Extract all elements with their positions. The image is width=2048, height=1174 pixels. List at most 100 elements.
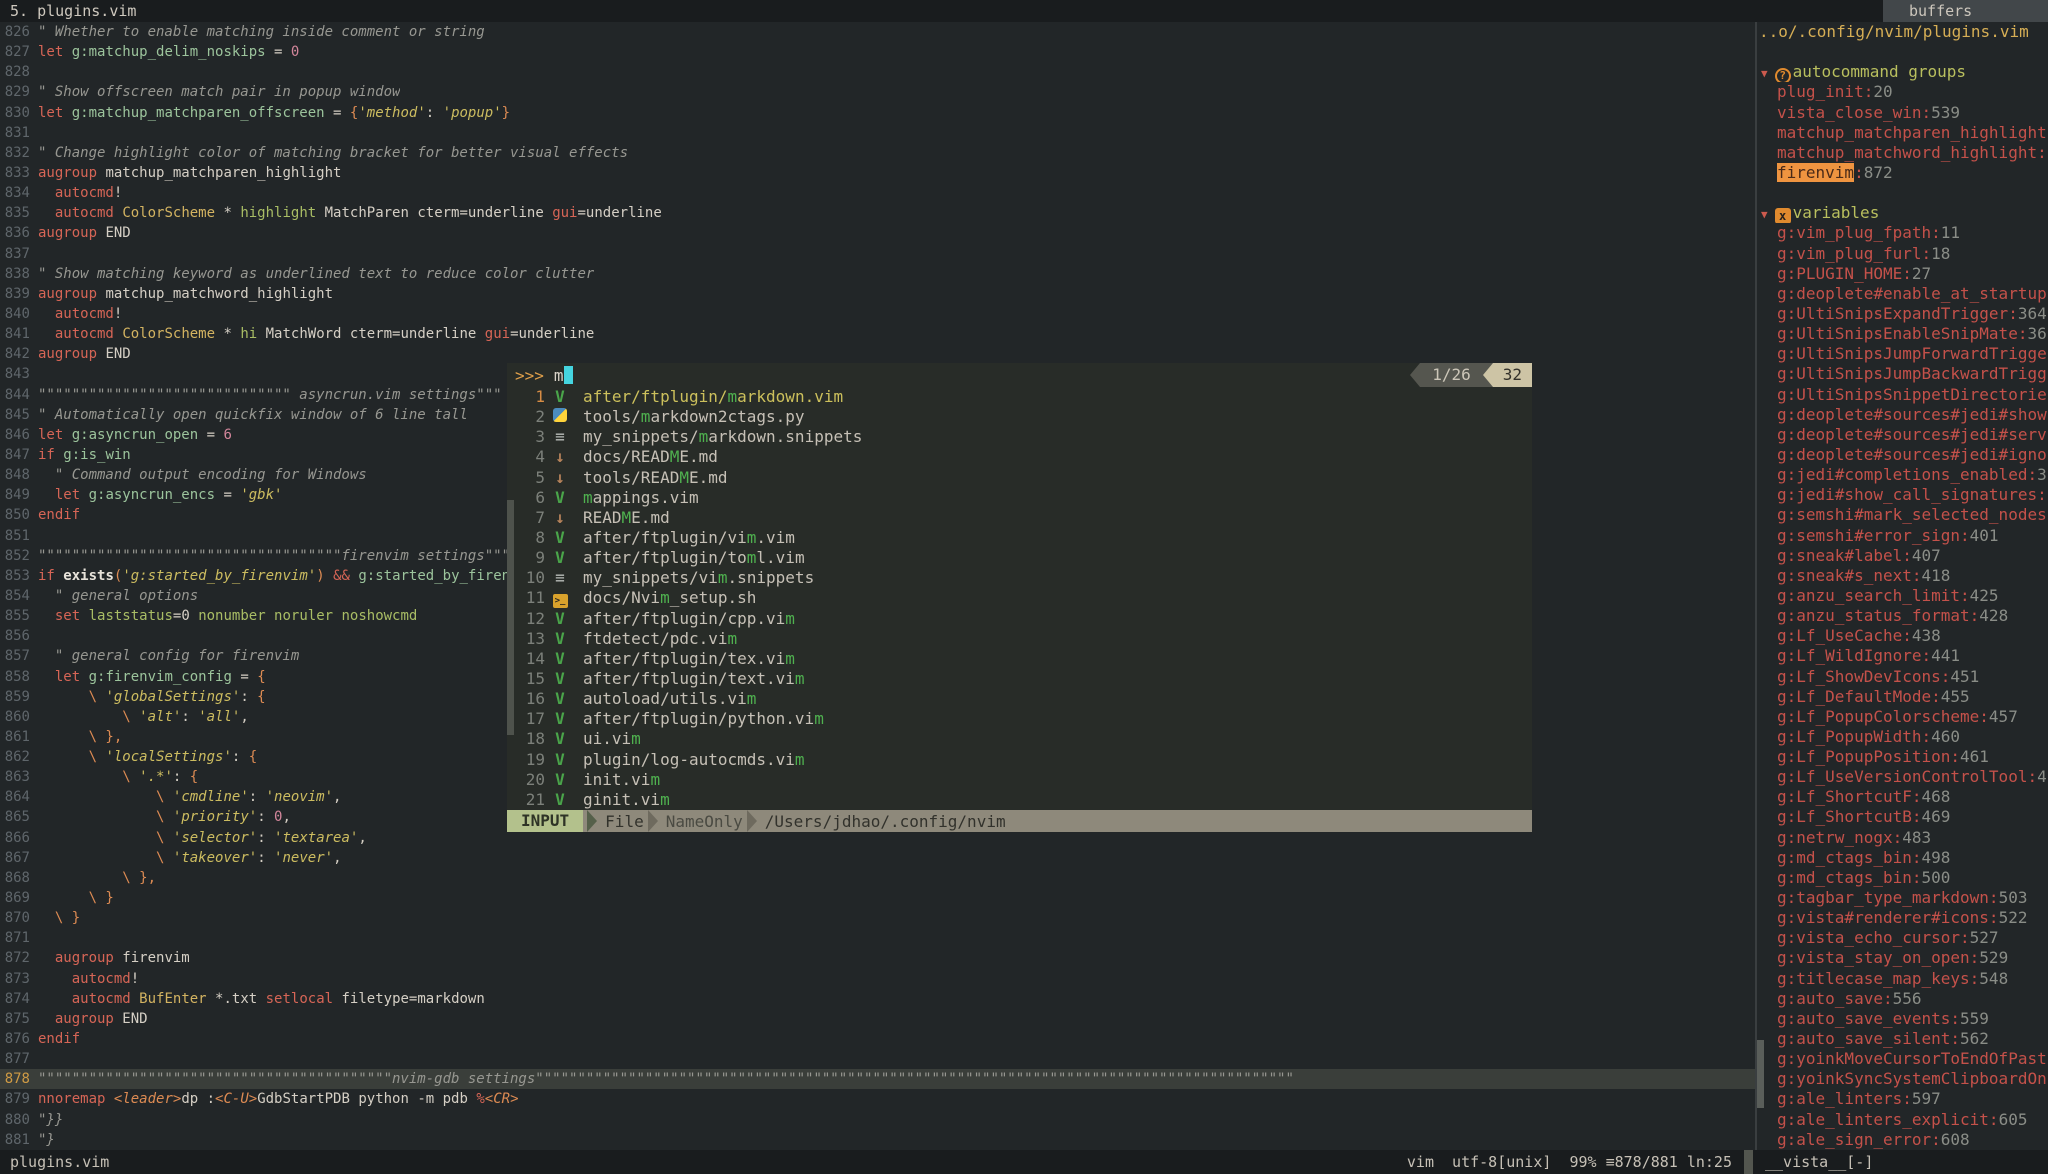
- file-list-item[interactable]: 1Vafter/ftplugin/markdown.vim: [507, 387, 1532, 407]
- sidebar-item[interactable]: g:deoplete#sources#jedi#serv: [1757, 425, 2048, 445]
- file-list-item[interactable]: 21Vginit.vim: [507, 790, 1532, 810]
- sidebar-item[interactable]: g:vim_plug_furl:18: [1757, 244, 2048, 264]
- tab-buffers-label[interactable]: buffers: [1883, 0, 2048, 22]
- sidebar-item[interactable]: g:semshi#mark_selected_nodes: [1757, 505, 2048, 525]
- tab-current-buffer[interactable]: 5. plugins.vim: [0, 2, 136, 20]
- file-list-item[interactable]: 9Vafter/ftplugin/toml.vim: [507, 548, 1532, 568]
- sidebar-item[interactable]: g:Lf_PopupPosition:461: [1757, 747, 2048, 767]
- chevron-down-icon[interactable]: ▼: [1761, 208, 1768, 221]
- code-text: autocmd ColorScheme * hi MatchWord cterm…: [30, 324, 594, 344]
- chevron-down-icon[interactable]: ▼: [1761, 67, 1768, 80]
- sidebar-item[interactable]: g:Lf_PopupWidth:460: [1757, 727, 2048, 747]
- file-list-item[interactable]: 17Vafter/ftplugin/python.vim: [507, 709, 1532, 729]
- file-list-item[interactable]: 10≡my_snippets/vim.snippets: [507, 568, 1532, 588]
- sidebar-item[interactable]: g:vista_stay_on_open:529: [1757, 948, 2048, 968]
- sidebar-item[interactable]: g:UltiSnipsExpandTrigger:364: [1757, 304, 2048, 324]
- sidebar-item[interactable]: firenvim:872: [1757, 163, 2048, 183]
- sidebar-item[interactable]: g:Lf_ShortcutF:468: [1757, 787, 2048, 807]
- sidebar-item[interactable]: g:md_ctags_bin:498: [1757, 848, 2048, 868]
- vista-sidebar[interactable]: ..o/.config/nvim/plugins.vim ▼?autocomma…: [1757, 22, 2048, 1150]
- code-text: [30, 1049, 38, 1069]
- symbol-name: g:Lf_PopupPosition:: [1777, 747, 1960, 766]
- sidebar-item[interactable]: g:jedi#completions_enabled:3: [1757, 465, 2048, 485]
- code-text: [30, 526, 38, 546]
- sidebar-item[interactable]: g:jedi#show_call_signatures:: [1757, 485, 2048, 505]
- sidebar-item[interactable]: g:deoplete#enable_at_startup: [1757, 284, 2048, 304]
- sidebar-item[interactable]: g:Lf_DefaultMode:455: [1757, 687, 2048, 707]
- file-list-item[interactable]: 20Vinit.vim: [507, 770, 1532, 790]
- sidebar-item[interactable]: g:Lf_ShortcutB:469: [1757, 807, 2048, 827]
- sidebar-item[interactable]: g:tagbar_type_markdown:503: [1757, 888, 2048, 908]
- file-list-item[interactable]: 2tools/markdown2ctags.py: [507, 407, 1532, 427]
- file-list-item[interactable]: 16Vautoload/utils.vim: [507, 689, 1532, 709]
- sidebar-item[interactable]: g:UltiSnipsEnableSnipMate:36: [1757, 324, 2048, 344]
- matched-char: m: [631, 729, 641, 748]
- sidebar-item[interactable]: g:Lf_ShowDevIcons:451: [1757, 667, 2048, 687]
- sidebar-item[interactable]: g:UltiSnipsSnippetDirectorie: [1757, 385, 2048, 405]
- line-number: 881: [0, 1130, 30, 1150]
- file-list-item[interactable]: 8Vafter/ftplugin/vim.vim: [507, 528, 1532, 548]
- sidebar-scrollbar[interactable]: [1757, 1040, 1764, 1108]
- sidebar-item[interactable]: matchup_matchparen_highlight: [1757, 123, 2048, 143]
- sidebar-item[interactable]: g:yoinkSyncSystemClipboardOn: [1757, 1069, 2048, 1089]
- symbol-line-number: 605: [1999, 1110, 2028, 1129]
- sidebar-item[interactable]: g:vim_plug_fpath:11: [1757, 223, 2048, 243]
- file-list-item[interactable]: 18Vui.vim: [507, 729, 1532, 749]
- sidebar-item[interactable]: g:ale_sign_error:608: [1757, 1130, 2048, 1150]
- sidebar-item[interactable]: g:UltiSnipsJumpBackwardTrigg: [1757, 364, 2048, 384]
- file-list-item[interactable]: 5↓tools/README.md: [507, 468, 1532, 488]
- symbol-name: g:ale_linters_explicit:: [1777, 1110, 1999, 1129]
- sidebar-item[interactable]: g:titlecase_map_keys:548: [1757, 969, 2048, 989]
- sidebar-item[interactable]: vista_close_win:539: [1757, 103, 2048, 123]
- sidebar-item[interactable]: g:anzu_search_limit:425: [1757, 586, 2048, 606]
- file-list-item[interactable]: 12Vafter/ftplugin/cpp.vim: [507, 609, 1532, 629]
- sidebar-item[interactable]: g:netrw_nogx:483: [1757, 828, 2048, 848]
- file-list-item[interactable]: 7↓README.md: [507, 508, 1532, 528]
- symbol-name: g:Lf_ShortcutF:: [1777, 787, 1922, 806]
- sidebar-title: ..o/.config/nvim/plugins.vim: [1757, 22, 2048, 42]
- line-number: 844: [0, 385, 30, 405]
- sidebar-item[interactable]: g:Lf_PopupColorscheme:457: [1757, 707, 2048, 727]
- sidebar-item[interactable]: g:auto_save:556: [1757, 989, 2048, 1009]
- sidebar-item[interactable]: g:vista#renderer#icons:522: [1757, 908, 2048, 928]
- sidebar-item[interactable]: g:UltiSnipsJumpForwardTrigge: [1757, 344, 2048, 364]
- sidebar-item[interactable]: g:Lf_WildIgnore:441: [1757, 646, 2048, 666]
- code-line: 870 \ }: [0, 908, 1755, 928]
- file-list-item[interactable]: 15Vafter/ftplugin/text.vim: [507, 669, 1532, 689]
- sidebar-section-header[interactable]: ▼xvariables: [1757, 203, 2048, 223]
- file-list-item[interactable]: 11>_docs/Nvim_setup.sh: [507, 588, 1532, 608]
- code-text: " Whether to enable matching inside comm…: [30, 22, 485, 42]
- sidebar-item[interactable]: g:md_ctags_bin:500: [1757, 868, 2048, 888]
- sidebar-item[interactable]: plug_init:20: [1757, 82, 2048, 102]
- leaderf-popup[interactable]: >>> m 1/26 32 1Vafter/ftplugin/markdown.…: [507, 363, 1532, 832]
- line-number: 860: [0, 707, 30, 727]
- segment-arrow-icon: [747, 810, 757, 832]
- sidebar-item[interactable]: g:deoplete#sources#jedi#show: [1757, 405, 2048, 425]
- sidebar-item[interactable]: g:PLUGIN_HOME:27: [1757, 264, 2048, 284]
- leaderf-prompt[interactable]: >>> m 1/26 32: [507, 363, 1532, 387]
- file-list-item[interactable]: 13Vftdetect/pdc.vim: [507, 629, 1532, 649]
- file-list-item[interactable]: 19Vplugin/log-autocmds.vim: [507, 750, 1532, 770]
- sidebar-item[interactable]: g:ale_linters_explicit:605: [1757, 1110, 2048, 1130]
- sidebar-section-header[interactable]: ▼?autocommand groups: [1757, 62, 2048, 82]
- search-input[interactable]: m: [544, 366, 573, 385]
- sidebar-item[interactable]: matchup_matchword_highlight:: [1757, 143, 2048, 163]
- sidebar-item[interactable]: g:ale_linters:597: [1757, 1089, 2048, 1109]
- sidebar-item[interactable]: g:semshi#error_sign:401: [1757, 526, 2048, 546]
- sidebar-item[interactable]: g:Lf_UseCache:438: [1757, 626, 2048, 646]
- code-text: " Show matching keyword as underlined te…: [30, 264, 594, 284]
- file-list-item[interactable]: 14Vafter/ftplugin/tex.vim: [507, 649, 1532, 669]
- sidebar-item[interactable]: g:sneak#label:407: [1757, 546, 2048, 566]
- sidebar-item[interactable]: g:auto_save_silent:562: [1757, 1029, 2048, 1049]
- sidebar-item[interactable]: g:Lf_UseVersionControlTool:4: [1757, 767, 2048, 787]
- file-list-item[interactable]: 6Vmappings.vim: [507, 488, 1532, 508]
- sidebar-item[interactable]: g:auto_save_events:559: [1757, 1009, 2048, 1029]
- sidebar-item[interactable]: g:deoplete#sources#jedi#igno: [1757, 445, 2048, 465]
- sidebar-item[interactable]: g:yoinkMoveCursorToEndOfPast: [1757, 1049, 2048, 1069]
- popup-scrollbar[interactable]: [507, 500, 514, 735]
- file-list-item[interactable]: 3≡my_snippets/markdown.snippets: [507, 427, 1532, 447]
- sidebar-item[interactable]: g:vista_echo_cursor:527: [1757, 928, 2048, 948]
- file-list-item[interactable]: 4↓docs/README.md: [507, 447, 1532, 467]
- sidebar-item[interactable]: g:anzu_status_format:428: [1757, 606, 2048, 626]
- sidebar-item[interactable]: g:sneak#s_next:418: [1757, 566, 2048, 586]
